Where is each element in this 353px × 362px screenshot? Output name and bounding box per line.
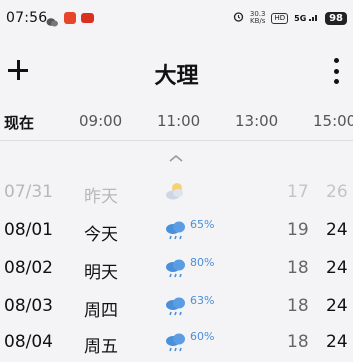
more-menu-button[interactable] bbox=[331, 58, 341, 84]
signal-bars-icon bbox=[309, 15, 318, 21]
app-notification-icon bbox=[64, 12, 76, 24]
forecast-row-friday[interactable]: 08/04 周五 60% 18 24 bbox=[0, 330, 353, 362]
rain-icon bbox=[164, 218, 188, 244]
hour-item[interactable]: 09:00 bbox=[79, 112, 122, 130]
low-temp: 18 bbox=[287, 296, 309, 316]
forecast-day: 昨天 bbox=[84, 187, 118, 207]
forecast-row-today[interactable]: 08/01 今天 65% 19 24 bbox=[0, 218, 353, 250]
hd-badge: HD bbox=[271, 12, 289, 24]
forecast-day: 周五 bbox=[84, 337, 118, 357]
hourly-tabs[interactable]: 现在 09:00 11:00 13:00 15:00 bbox=[0, 112, 353, 136]
battery-indicator: 98 bbox=[325, 11, 347, 25]
forecast-row-thursday[interactable]: 08/03 周四 63% 18 24 bbox=[0, 294, 353, 326]
signal-label: 5G bbox=[294, 14, 307, 23]
low-temp: 18 bbox=[287, 258, 309, 278]
rain-icon bbox=[164, 294, 188, 320]
precip-probability: 80% bbox=[190, 256, 215, 269]
high-temp: 24 bbox=[326, 220, 348, 240]
hour-item[interactable]: 11:00 bbox=[157, 112, 200, 130]
hour-now[interactable]: 现在 bbox=[4, 112, 34, 133]
low-temp: 19 bbox=[287, 220, 309, 240]
rain-icon bbox=[164, 256, 188, 282]
forecast-day: 明天 bbox=[84, 263, 118, 283]
high-temp: 24 bbox=[326, 258, 348, 278]
signal-indicator: 5G bbox=[294, 13, 319, 23]
forecast-date: 08/01 bbox=[4, 220, 53, 240]
forecast-date: 08/02 bbox=[4, 258, 53, 278]
alarm-icon bbox=[233, 11, 244, 25]
partly-cloudy-icon bbox=[164, 180, 188, 206]
menu-dot bbox=[333, 58, 339, 63]
header: 大理 bbox=[0, 54, 353, 94]
status-bar: 07:56 30.3 KB/s HD 5G 98 bbox=[0, 0, 353, 36]
network-speed: 30.3 KB/s bbox=[250, 11, 266, 25]
forecast-row-tomorrow[interactable]: 08/02 明天 80% 18 24 bbox=[0, 256, 353, 288]
status-right: 30.3 KB/s HD 5G 98 bbox=[233, 11, 347, 25]
rain-icon bbox=[164, 330, 188, 356]
precip-probability: 65% bbox=[190, 218, 215, 231]
precip-probability: 63% bbox=[190, 294, 215, 307]
hour-item[interactable]: 13:00 bbox=[235, 112, 278, 130]
forecast-day: 周四 bbox=[84, 301, 118, 321]
page-title: 大理 bbox=[154, 64, 199, 89]
network-speed-unit: KB/s bbox=[249, 17, 266, 25]
high-temp: 26 bbox=[326, 182, 348, 202]
status-time: 07:56 bbox=[6, 10, 48, 26]
forecast-date: 07/31 bbox=[4, 182, 53, 202]
hour-item[interactable]: 15:00 bbox=[313, 112, 353, 130]
forecast-date: 08/03 bbox=[4, 296, 53, 316]
precip-probability: 60% bbox=[190, 330, 215, 343]
news-notification-icon bbox=[81, 13, 94, 23]
high-temp: 24 bbox=[326, 296, 348, 316]
forecast-date: 08/04 bbox=[4, 332, 53, 352]
menu-dot bbox=[333, 79, 339, 84]
high-temp: 24 bbox=[326, 332, 348, 352]
notification-icons bbox=[46, 12, 94, 26]
low-temp: 18 bbox=[287, 332, 309, 352]
divider bbox=[0, 140, 353, 141]
low-temp: 17 bbox=[287, 182, 309, 202]
menu-dot bbox=[333, 68, 339, 74]
wechat-icon bbox=[46, 13, 59, 26]
forecast-row-yesterday[interactable]: 07/31 昨天 17 26 bbox=[0, 180, 353, 212]
forecast-day: 今天 bbox=[84, 225, 118, 245]
chevron-up-icon[interactable] bbox=[168, 148, 184, 162]
